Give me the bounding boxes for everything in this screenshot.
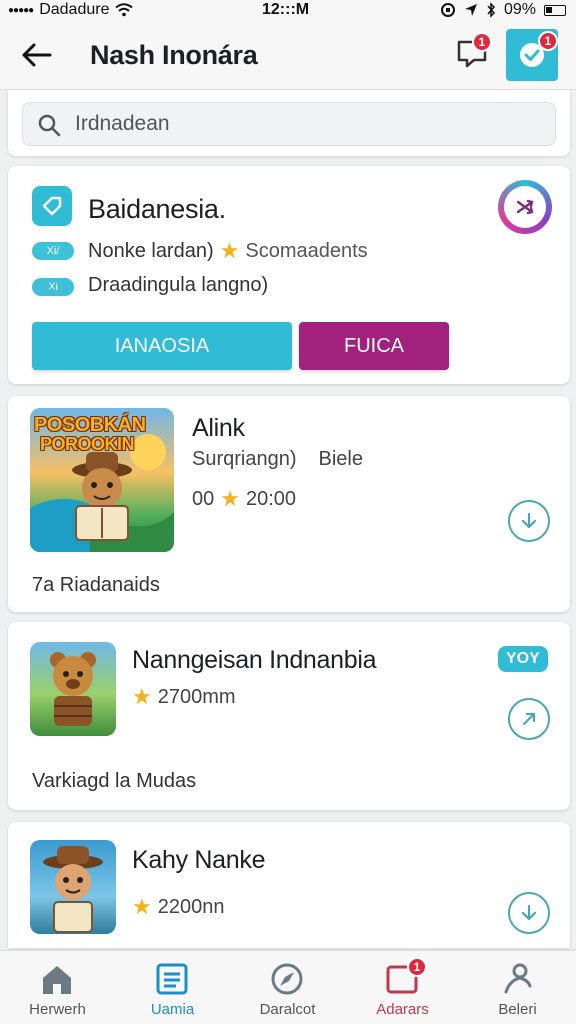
home-icon	[38, 961, 76, 997]
bluetooth-icon	[487, 2, 495, 18]
nav-label-compass: Daralcot	[259, 1001, 316, 1018]
orientation-lock-icon	[440, 3, 455, 17]
star-icon: ★	[220, 486, 240, 511]
app-header: Nash Inonára 1 1	[0, 22, 576, 90]
nav-item-profile[interactable]: Beleri	[460, 951, 575, 1024]
promo-primary-button[interactable]: IANAOSIA	[32, 322, 292, 370]
nav-inbox-badge: 1	[407, 957, 427, 977]
status-left: ●●●●● Dadadure	[8, 1, 134, 19]
open-item-button[interactable]	[508, 698, 550, 740]
shuffle-button[interactable]	[498, 180, 552, 234]
tasks-button[interactable]: 1	[506, 29, 558, 81]
back-button[interactable]	[18, 36, 56, 74]
status-time: 12:::M	[262, 1, 310, 18]
item-rating-value: 20:00	[245, 487, 297, 510]
messages-badge: 1	[472, 32, 492, 52]
list-icon	[153, 961, 191, 997]
promo-pill-1: Xi/	[32, 242, 74, 260]
nav-label-home: Herwerh	[29, 1001, 86, 1018]
item-rating-value: 2700mm	[157, 685, 236, 708]
download-icon	[521, 904, 537, 921]
thumb-title-bottom: POROOKIN	[40, 434, 135, 454]
chevron-icon	[522, 712, 536, 726]
download-icon	[521, 512, 537, 529]
bear-character-icon	[50, 652, 96, 726]
download-button[interactable]	[508, 892, 550, 934]
promo-secondary-button[interactable]: FUICA	[299, 322, 449, 370]
promo-card: Baidanesia. Xi/ Nonke lardan) ★ Scomaade…	[8, 166, 570, 384]
promo-title: Baidanesia.	[88, 194, 226, 224]
battery-percent: 09%	[503, 1, 536, 18]
profile-icon	[498, 961, 536, 997]
promo-line-1: Nonke lardan) ★ Scomaadents	[88, 238, 368, 264]
nav-item-home[interactable]: Herwerh	[0, 951, 115, 1024]
nav-label-profile: Beleri	[498, 1001, 537, 1018]
star-icon: ★	[132, 684, 152, 709]
item-rating-prefix: 00	[192, 487, 215, 510]
tasks-badge: 1	[538, 31, 558, 51]
carrier-label: Dadadure	[39, 1, 110, 18]
explorer-character-icon	[43, 846, 103, 933]
item-title: Nanngeisan Indnanbia	[132, 646, 377, 674]
status-right: 09%	[440, 1, 566, 19]
item-footer: 7a Riadanaids	[32, 574, 160, 596]
list-item[interactable]: Kahy Nanke ★ 2200nn	[8, 822, 570, 948]
item-thumbnail	[30, 840, 116, 934]
compass-icon	[268, 961, 306, 997]
tag-icon	[32, 186, 72, 226]
list-item[interactable]: Nanngeisan Indnanbia YOY ★ 2700mm Varkia…	[8, 622, 570, 810]
back-arrow-icon	[22, 43, 52, 67]
item-rating-value: 2200nn	[157, 895, 225, 918]
status-bar: ●●●●● Dadadure 12:::M 09%	[0, 0, 576, 22]
promo-line-1-text: Nonke lardan)	[88, 239, 214, 262]
nav-item-compass[interactable]: Daralcot	[230, 951, 345, 1024]
item-subtitle: Surqriangn) Biele	[192, 448, 363, 471]
promo-line-2: Draadingula langno)	[88, 274, 268, 297]
location-icon	[464, 4, 477, 16]
search-section	[8, 90, 570, 156]
messages-button[interactable]: 1	[452, 32, 492, 74]
search-input[interactable]	[75, 109, 535, 139]
list-item[interactable]: POSOBKÁN POROOKIN Alink Surqriangn) Biel…	[8, 396, 570, 612]
nav-label-list: Uamia	[150, 1001, 195, 1018]
bottom-nav: Herwerh Uamia Daralcot 1 Adarars Beleri	[0, 950, 576, 1024]
nav-label-inbox: Adarars	[376, 1001, 429, 1018]
item-thumbnail: POSOBKÁN POROOKIN	[30, 408, 174, 552]
item-subtitle-b: Biele	[318, 448, 363, 470]
promo-line-1-suffix: Scomaadents	[245, 239, 368, 262]
item-rating: ★ 2200nn	[132, 894, 224, 920]
item-title: Alink	[192, 414, 245, 442]
shuffle-icon	[516, 199, 534, 215]
signal-dots-icon: ●●●●●	[8, 4, 34, 16]
wifi-icon	[115, 3, 134, 17]
promo-line-2-text: Draadingula langno)	[88, 274, 269, 296]
item-rating: ★ 2700mm	[132, 684, 236, 710]
item-title: Kahy Nanke	[132, 846, 266, 874]
search-icon	[38, 114, 61, 137]
star-icon: ★	[132, 894, 152, 919]
item-footer: Varkiagd la Mudas	[32, 770, 197, 792]
item-rating: 00 ★ 20:00	[192, 486, 296, 512]
item-tag: YOY	[498, 646, 548, 672]
nav-item-inbox[interactable]: 1 Adarars	[345, 951, 460, 1024]
star-icon: ★	[219, 238, 240, 263]
item-subtitle-a: Surqriangn)	[192, 448, 297, 470]
item-thumbnail	[30, 642, 116, 736]
battery-icon	[544, 4, 566, 16]
nav-item-list[interactable]: Uamia	[115, 951, 230, 1024]
download-button[interactable]	[508, 500, 550, 542]
search-box[interactable]	[22, 102, 556, 146]
promo-pill-2: Xi	[32, 278, 74, 296]
page-title: Nash Inonára	[90, 40, 258, 70]
